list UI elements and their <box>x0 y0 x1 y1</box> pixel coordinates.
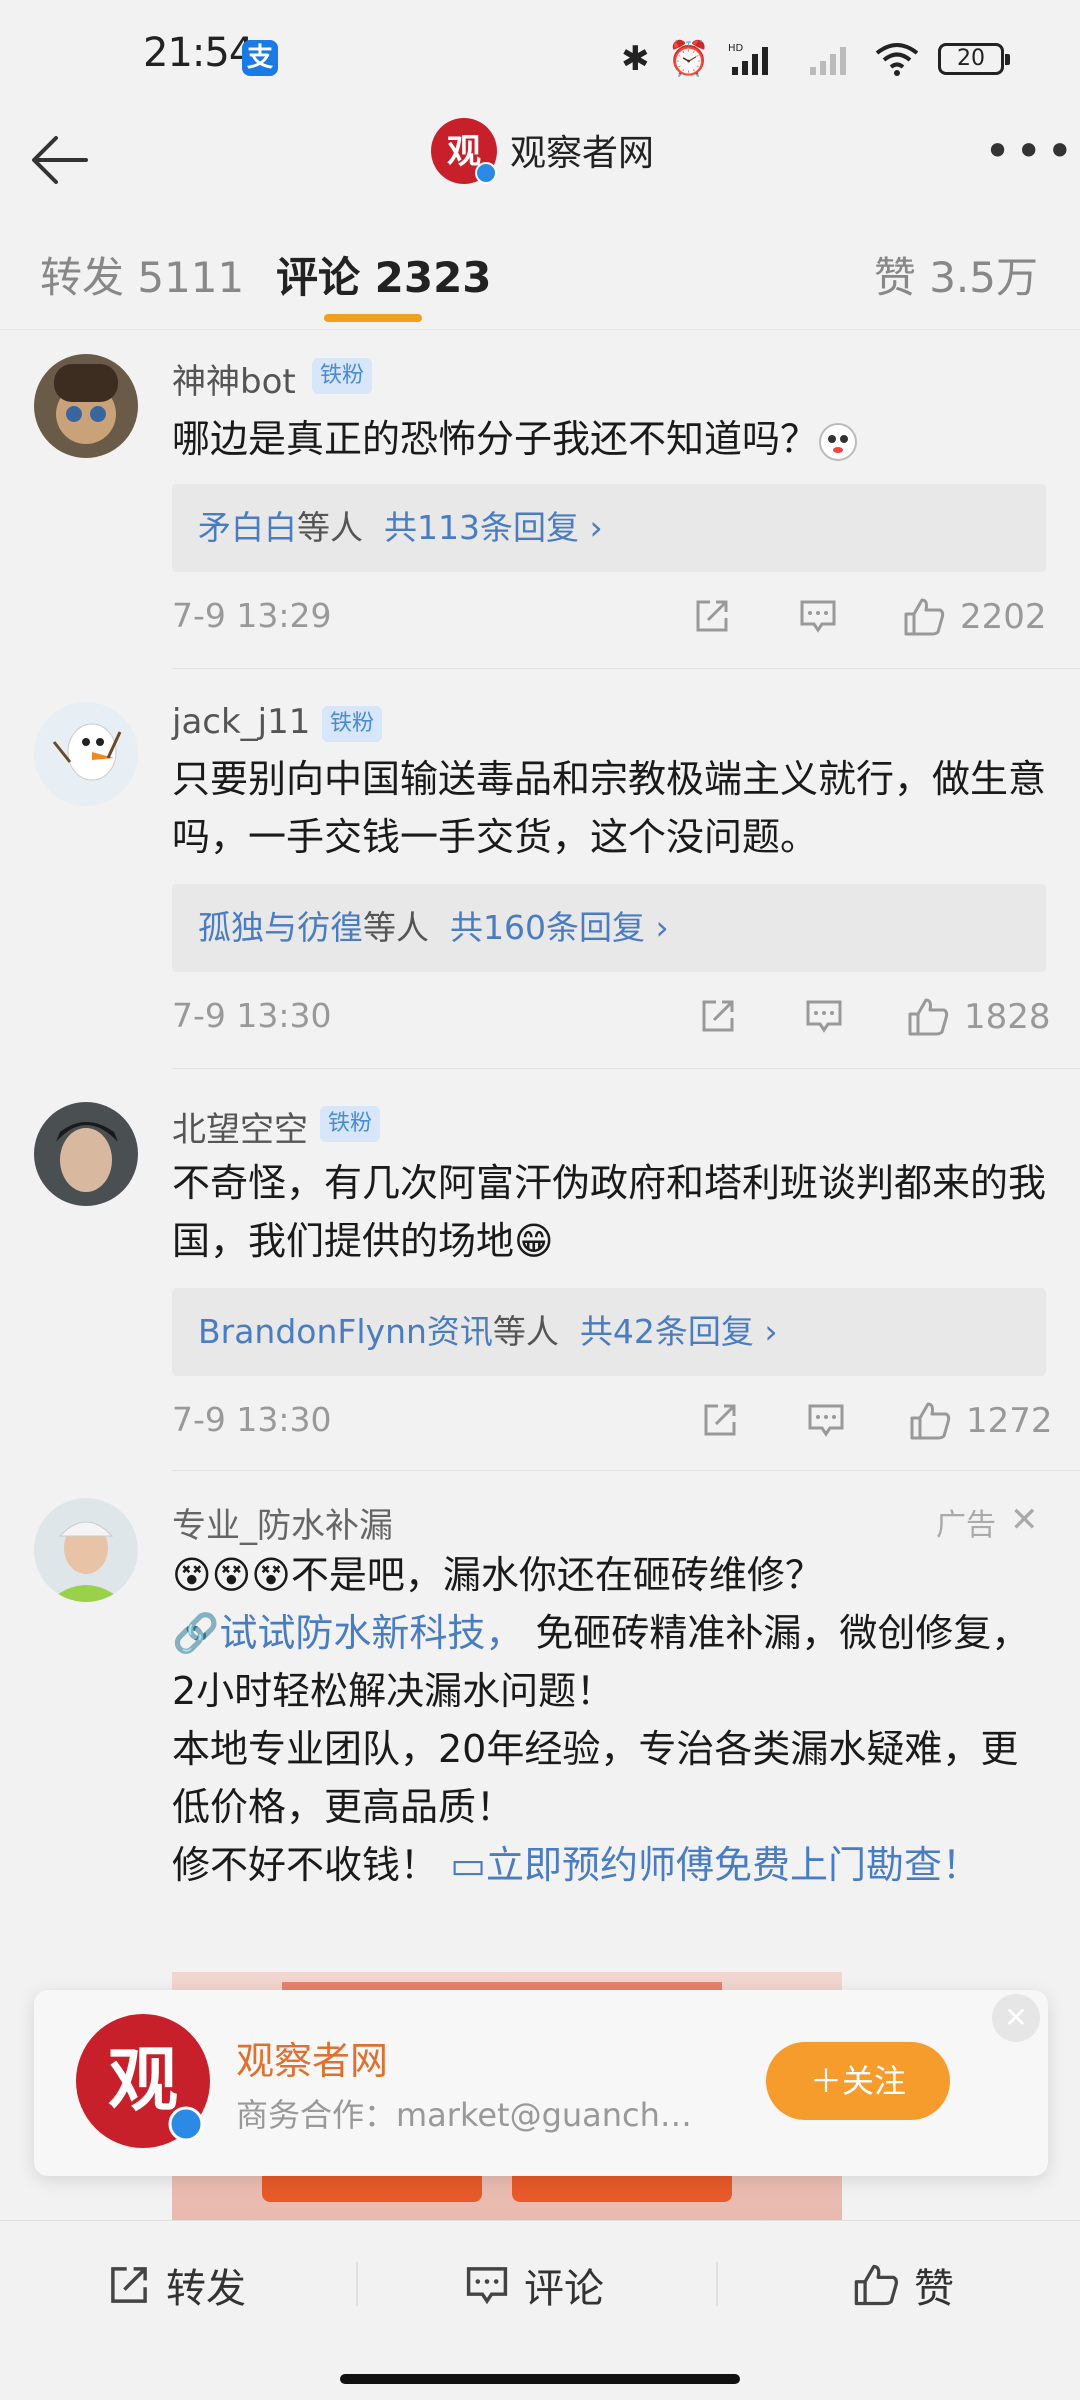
comment-icon <box>800 600 836 633</box>
thumbs-up-icon <box>854 2264 898 2306</box>
repost-action[interactable] <box>698 996 738 1036</box>
battery-icon: 20 <box>938 43 1010 75</box>
status-icons: ✱ ⏰ HD 20 <box>621 36 1010 82</box>
ad-text: 😵😵😵不是吧，漏水你还在砸砖维修？ 🔗试试防水新科技， 免砸砖精准补漏，微创修复… <box>172 1553 1030 1887</box>
share-icon <box>704 1404 736 1436</box>
svg-text:HD: HD <box>728 43 744 54</box>
share-icon <box>696 600 728 632</box>
fan-badge: 铁粉 <box>322 706 383 742</box>
tab-like[interactable]: 赞 3.5万 <box>874 244 1038 305</box>
alarm-icon: ⏰ <box>667 39 710 79</box>
like-action[interactable]: 1272 <box>908 1400 1053 1442</box>
signal-icon-secondary <box>810 47 846 75</box>
close-icon[interactable]: ✕ <box>992 1994 1040 2042</box>
comment-divider <box>172 1470 1080 1471</box>
back-arrow-icon[interactable] <box>24 122 100 198</box>
reply-summary[interactable]: 矛白白等人 共113条回复 › <box>172 484 1046 572</box>
comment-time: 7-9 13:30 <box>172 1400 332 1439</box>
separator <box>716 2262 718 2306</box>
repost-action[interactable] <box>692 596 732 636</box>
avatar[interactable] <box>34 354 138 458</box>
card-subtitle: 商务合作：market@guanch… <box>236 2096 692 2134</box>
thumbs-up-icon <box>908 998 949 1036</box>
status-time: 21:54 <box>143 30 254 76</box>
ad-close-icon[interactable]: ✕ <box>1010 1500 1039 1540</box>
comment-action[interactable] <box>804 996 844 1036</box>
share-icon <box>702 1000 734 1032</box>
ad-username[interactable]: 专业_防水补漏 <box>172 1498 393 1547</box>
ad-link-booking[interactable]: ▭立即预约师傅免费上门勘查！ <box>450 1843 980 1887</box>
nav-title[interactable]: 观察者网 <box>510 124 654 176</box>
comment-text: 哪边是真正的恐怖分子我还不知道吗？ <box>172 410 1052 468</box>
separator <box>356 2262 358 2306</box>
thumbs-up-icon <box>910 1402 951 1440</box>
tab-active-indicator <box>324 314 422 322</box>
avatar[interactable] <box>34 1498 138 1602</box>
comment-text: 只要别向中国输送毒品和宗教极端主义就行，做生意吗，一手交钱一手交货，这个没问题。 <box>172 757 1047 859</box>
comment-action[interactable] <box>806 1400 846 1440</box>
comment-action[interactable] <box>798 596 838 636</box>
comment-divider <box>172 668 1080 669</box>
like-action[interactable]: 2202 <box>902 596 1047 638</box>
account-logo-icon[interactable]: 观 <box>74 2012 212 2150</box>
tab-repost[interactable]: 转发 5111 <box>40 244 244 305</box>
emoji-icon <box>819 422 858 461</box>
fan-badge: 铁粉 <box>320 1106 381 1142</box>
card-account-name[interactable]: 观察者网 <box>236 2030 388 2085</box>
avatar[interactable] <box>34 1102 138 1206</box>
more-options-icon[interactable]: ••• <box>984 124 1077 178</box>
share-icon <box>111 2267 147 2303</box>
avatar[interactable] <box>34 702 138 806</box>
like-action[interactable]: 1828 <box>906 996 1051 1038</box>
reply-summary[interactable]: BrandonFlynn资讯等人 共42条回复 › <box>172 1288 1046 1376</box>
alipay-icon: 支 <box>242 40 278 76</box>
comment-text: 不奇怪，有几次阿富汗伪政府和塔利班谈判都来的我国，我们提供的场地😁 <box>172 1161 1047 1263</box>
svg-text:观: 观 <box>108 2039 178 2121</box>
comment-icon <box>466 2267 508 2305</box>
comment-time: 7-9 13:30 <box>172 996 332 1035</box>
comment-username[interactable]: jack_j11 <box>172 702 310 742</box>
comment-icon <box>808 1404 844 1437</box>
thumbs-up-icon <box>904 598 945 636</box>
home-indicator[interactable] <box>340 2374 740 2384</box>
repost-action[interactable] <box>700 1400 740 1440</box>
signal-icon: HD <box>728 43 768 75</box>
wifi-icon <box>875 43 919 76</box>
ad-link-tech[interactable]: 🔗试试防水新科技， <box>172 1611 523 1655</box>
bottom-repost-button[interactable]: 转发 <box>106 2256 246 2314</box>
ad-label: 广告 <box>936 1508 996 1543</box>
reply-summary[interactable]: 孤独与彷徨等人 共160条回复 › <box>172 884 1046 972</box>
comment-time: 7-9 13:29 <box>172 596 332 635</box>
comment-divider <box>172 1068 1080 1069</box>
comment-username[interactable]: 北望空空 <box>172 1102 308 1151</box>
bottom-like-button[interactable]: 赞 <box>852 2256 954 2314</box>
tab-comment[interactable]: 评论 2323 <box>276 244 492 305</box>
fan-badge: 铁粉 <box>312 358 373 394</box>
bottom-comment-button[interactable]: 评论 <box>464 2256 604 2314</box>
follow-button[interactable]: ＋关注 <box>766 2042 950 2120</box>
svg-text:观: 观 <box>447 132 481 172</box>
comment-icon <box>806 1000 842 1033</box>
account-logo-icon[interactable]: 观 <box>430 117 498 185</box>
bluetooth-icon: ✱ <box>621 39 650 79</box>
comment-username[interactable]: 神神bot <box>172 354 296 403</box>
